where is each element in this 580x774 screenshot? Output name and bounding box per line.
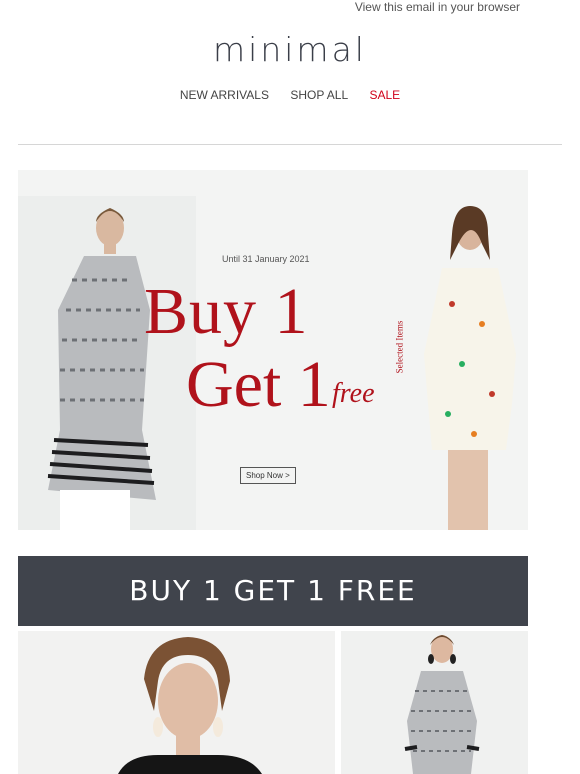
model-right-image <box>424 206 516 530</box>
product-photo-left[interactable] <box>18 631 335 774</box>
nav-new-arrivals[interactable]: NEW ARRIVALS <box>180 88 269 102</box>
nav-shop-all[interactable]: SHOP ALL <box>290 88 348 102</box>
main-nav: NEW ARRIVALS SHOP ALL SALE <box>0 88 580 102</box>
model-right-legs <box>448 450 488 530</box>
promo-headline-get: Get 1 <box>186 348 331 421</box>
shop-now-button[interactable]: Shop Now > <box>240 467 296 484</box>
model-left-neck <box>104 242 116 254</box>
promo-free-text: free <box>332 378 375 409</box>
promo-headline-buy: Buy 1 <box>144 275 309 348</box>
nav-sale[interactable]: SALE <box>369 88 400 102</box>
model-right-dress <box>424 268 516 450</box>
promo-selected-items: Selected Items <box>394 320 405 374</box>
product-photo-right[interactable] <box>341 631 528 774</box>
model-left-pants <box>60 490 130 530</box>
product-right-model-image <box>404 635 480 774</box>
hero-banner[interactable]: Until 31 January 2021 Buy 1 Get 1 free S… <box>18 170 528 530</box>
promo-date: Until 31 January 2021 <box>222 254 310 264</box>
header-divider <box>18 144 562 145</box>
product-left-model-image <box>118 637 262 774</box>
view-in-browser-link[interactable]: View this email in your browser <box>355 0 520 14</box>
model-left-image <box>47 208 156 530</box>
promo-section-banner[interactable]: BUY 1 GET 1 FREE <box>18 556 528 626</box>
brand-logo[interactable]: minimal <box>0 30 580 69</box>
